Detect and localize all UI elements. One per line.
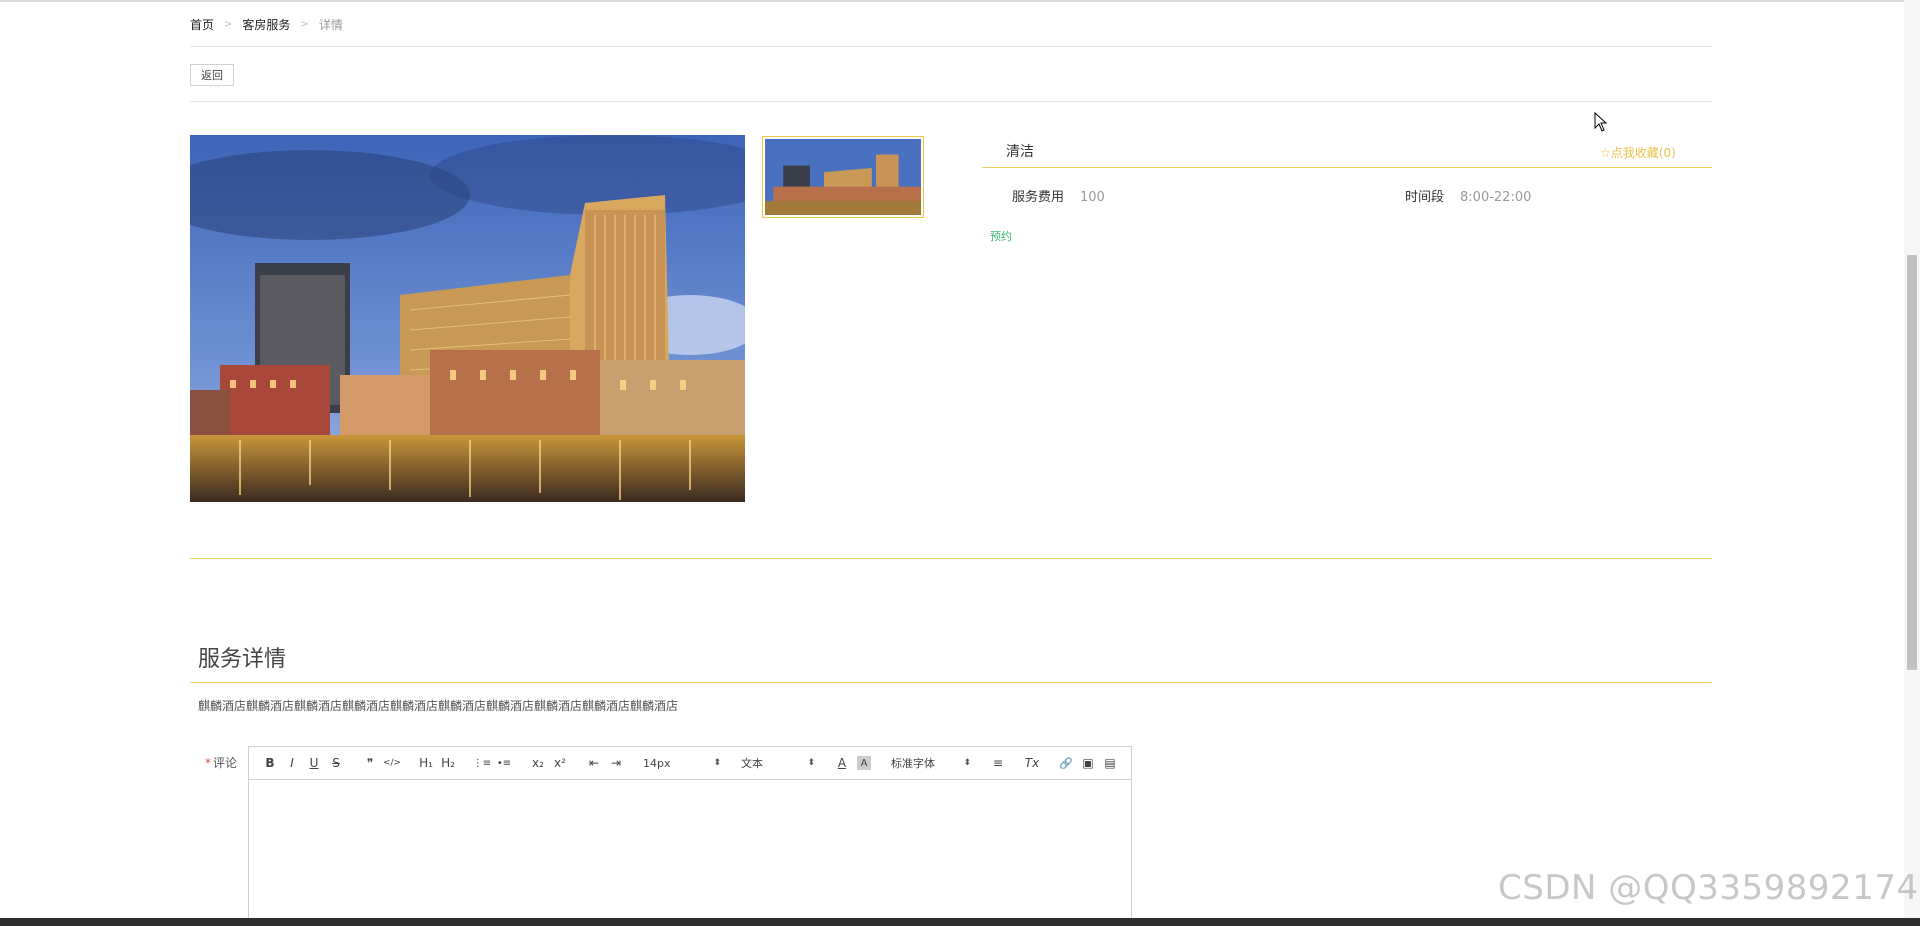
fee-row: 服务费用 100 xyxy=(1012,186,1105,205)
text-color-button[interactable]: A xyxy=(831,752,853,774)
italic-button[interactable]: I xyxy=(281,752,303,774)
time-value: 8:00-22:00 xyxy=(1460,190,1532,205)
strike-button[interactable]: S xyxy=(325,752,347,774)
section-divider xyxy=(190,558,1712,559)
hotel-thumbnail[interactable] xyxy=(762,136,924,218)
scrollbar-thumb[interactable] xyxy=(1907,255,1917,670)
image-button[interactable]: ▣ xyxy=(1077,752,1099,774)
comment-editor: B I U S ❞ </> H₁ H₂ ⋮≡ •≡ x₂ x² ⇤ ⇥ 14px… xyxy=(248,746,1132,926)
time-label: 时间段 xyxy=(1405,190,1445,205)
paragraph-value: 文本 xyxy=(741,757,763,770)
favorite-link[interactable]: ☆点我收藏(0) xyxy=(1600,144,1676,161)
watermark: CSDN @QQ3359892174 xyxy=(1498,868,1919,908)
font-size-value: 14px xyxy=(643,756,671,770)
editor-toolbar: B I U S ❞ </> H₁ H₂ ⋮≡ •≡ x₂ x² ⇤ ⇥ 14px… xyxy=(249,747,1131,780)
top-divider xyxy=(0,0,1920,2)
details-title: 服务详情 xyxy=(198,647,287,672)
comment-label-text: 评论 xyxy=(213,756,238,770)
service-name: 清洁 xyxy=(1006,144,1034,160)
breadcrumb-section[interactable]: 客房服务 xyxy=(242,16,290,33)
fee-label: 服务费用 xyxy=(1012,190,1065,205)
required-mark: * xyxy=(205,756,211,770)
taskbar-strip xyxy=(0,918,1920,926)
breadcrumb-separator: > xyxy=(224,19,233,30)
main-hotel-image xyxy=(190,135,745,502)
editor-content-area[interactable] xyxy=(249,780,1131,926)
outdent-button[interactable]: ⇤ xyxy=(583,752,605,774)
underline-button[interactable]: U xyxy=(303,752,325,774)
fee-value: 100 xyxy=(1080,190,1105,205)
breadcrumb-current: 详情 xyxy=(318,18,343,32)
blockquote-button[interactable]: ❞ xyxy=(359,752,381,774)
paragraph-select[interactable]: 文本 ⬍ xyxy=(737,755,819,771)
comment-label: * 评论 xyxy=(205,754,237,771)
superscript-button[interactable]: x² xyxy=(549,752,571,774)
background-color-button[interactable]: A xyxy=(857,756,871,770)
header1-button[interactable]: H₁ xyxy=(415,752,437,774)
indent-button[interactable]: ⇥ xyxy=(605,752,627,774)
header2-button[interactable]: H₂ xyxy=(437,752,459,774)
link-button[interactable]: 🔗 xyxy=(1055,752,1077,774)
clean-format-button[interactable]: Tx xyxy=(1021,752,1043,774)
font-size-select[interactable]: 14px ⬍ xyxy=(639,757,725,770)
code-block-button[interactable]: </> xyxy=(381,752,403,774)
subscript-button[interactable]: x₂ xyxy=(527,752,549,774)
mouse-cursor-icon xyxy=(1594,111,1608,136)
info-divider xyxy=(982,167,1712,168)
back-button[interactable]: 返回 xyxy=(190,64,234,86)
page: 首页 > 客房服务 > 详情 返回 清洁 ☆点我收藏(0) 服务费用 100 时… xyxy=(0,0,1920,926)
divider xyxy=(190,101,1712,102)
ordered-list-button[interactable]: ⋮≡ xyxy=(471,752,493,774)
divider xyxy=(190,46,1712,47)
details-description: 麒麟酒店麒麟酒店麒麟酒店麒麟酒店麒麟酒店麒麟酒店麒麟酒店麒麟酒店麒麟酒店麒麟酒店 xyxy=(198,699,679,713)
align-button[interactable]: ≡ xyxy=(987,752,1009,774)
breadcrumb-separator: > xyxy=(300,19,309,30)
select-arrow-icon: ⬍ xyxy=(713,758,721,768)
select-arrow-icon: ⬍ xyxy=(963,758,971,768)
bold-button[interactable]: B xyxy=(259,752,281,774)
time-row: 时间段 8:00-22:00 xyxy=(1405,186,1531,205)
details-divider xyxy=(190,682,1712,683)
book-link[interactable]: 预约 xyxy=(990,228,1012,244)
breadcrumb: 首页 > 客房服务 > 详情 xyxy=(190,16,343,33)
breadcrumb-home[interactable]: 首页 xyxy=(190,16,214,33)
font-family-select[interactable]: 标准字体 ⬍ xyxy=(887,755,975,771)
select-arrow-icon: ⬍ xyxy=(807,758,815,768)
video-button[interactable]: ▤ xyxy=(1099,752,1121,774)
bullet-list-button[interactable]: •≡ xyxy=(493,752,515,774)
font-family-value: 标准字体 xyxy=(891,757,935,770)
